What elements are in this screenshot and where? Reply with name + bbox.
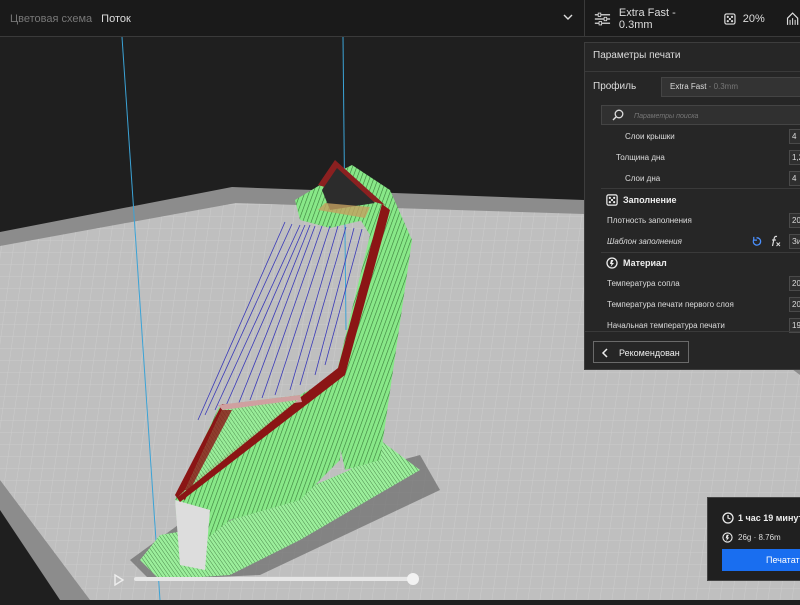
- setting-label: Начальная температура печати: [607, 321, 725, 330]
- color-scheme-selector[interactable]: Цветовая схема Поток: [0, 0, 584, 37]
- infill-percent: 20%: [742, 12, 765, 25]
- setting-label: Слои дна: [625, 174, 661, 183]
- layer-slider-handle[interactable]: [407, 573, 419, 585]
- chevron-down-icon: [563, 14, 573, 20]
- setting-value-field[interactable]: 1,2: [789, 150, 800, 165]
- panel-title: Параметры печати: [585, 43, 800, 72]
- function-icon[interactable]: [769, 235, 781, 247]
- print-settings-panel: Параметры печати Профиль Extra Fast - 0.…: [584, 42, 800, 370]
- print-action-panel: 1 час 19 минут 26g · 8.76m Печатать: [707, 497, 800, 581]
- setting-row-nozzle-temp: Температура сопла 200: [585, 274, 800, 294]
- support-icon: [786, 11, 799, 25]
- search-icon: [612, 109, 624, 121]
- divider: [601, 188, 800, 189]
- setting-label: Температура сопла: [607, 279, 680, 288]
- material-icon: [606, 257, 618, 269]
- print-time: 1 час 19 минут: [738, 513, 800, 523]
- profile-label: Профиль: [593, 81, 637, 92]
- setting-label: Шаблон заполнения: [607, 237, 682, 246]
- recommended-button[interactable]: Рекомендован: [593, 341, 689, 363]
- top-bar: Цветовая схема Поток Extra Fast - 0.3mm …: [0, 0, 800, 37]
- infill-icon: [724, 12, 736, 25]
- section-infill-title: Заполнение: [623, 195, 677, 205]
- section-material[interactable]: Материал: [601, 253, 800, 273]
- print-settings-toggle[interactable]: Extra Fast - 0.3mm 20%: [585, 0, 800, 37]
- infill-icon: [606, 194, 618, 206]
- play-icon[interactable]: [113, 573, 125, 587]
- settings-search: [601, 105, 800, 125]
- setting-row-initial-temp: Начальная температура печати 190: [585, 316, 800, 336]
- setting-label: Температура печати первого слоя: [607, 300, 734, 309]
- setting-row-first-layer-temp: Температура печати первого слоя 200: [585, 295, 800, 315]
- setting-value-field[interactable]: 200: [789, 297, 800, 312]
- search-input[interactable]: [632, 108, 796, 124]
- profile-name: Extra Fast: [670, 82, 707, 91]
- spool-icon: [722, 532, 733, 543]
- material-estimate: 26g · 8.76m: [738, 533, 781, 542]
- setting-row-infill-density: Плотность заполнения 20: [585, 211, 800, 231]
- profile-layer-height: - 0.3mm: [706, 82, 739, 91]
- profile-row: Профиль Extra Fast - 0.3mm: [585, 77, 800, 99]
- setting-value-field[interactable]: Зиг: [789, 234, 800, 249]
- model-foot: [175, 500, 210, 570]
- section-material-title: Материал: [623, 258, 667, 268]
- reset-icon[interactable]: [751, 236, 762, 247]
- setting-row-top-layers: Слои крышки 4: [585, 127, 800, 147]
- setting-label: Плотность заполнения: [607, 216, 692, 225]
- setting-value-field[interactable]: 4: [789, 171, 800, 186]
- setting-label: Слои крышки: [625, 132, 675, 141]
- color-scheme-value: Поток: [101, 12, 131, 25]
- print-button[interactable]: Печатать: [722, 549, 800, 571]
- divider: [585, 331, 800, 332]
- setting-row-infill-pattern: Шаблон заполнения Зиг: [585, 232, 800, 252]
- chevron-left-icon: [601, 348, 608, 358]
- recommended-button-label: Рекомендован: [619, 348, 680, 358]
- setting-row-bottom-layers: Слои дна 4: [585, 169, 800, 189]
- setting-label: Толщина дна: [616, 153, 665, 162]
- setting-row-bottom-thickness: Толщина дна 1,2: [585, 148, 800, 168]
- color-scheme-label: Цветовая схема: [10, 12, 93, 25]
- setting-value-field[interactable]: 4: [789, 129, 800, 144]
- layer-slider-track[interactable]: [134, 577, 414, 581]
- print-profile-label: Extra Fast - 0.3mm: [618, 6, 676, 31]
- sliders-icon: [594, 12, 611, 25]
- profile-dropdown[interactable]: Extra Fast - 0.3mm: [661, 77, 800, 97]
- clock-icon: [722, 512, 734, 524]
- setting-value-field[interactable]: 20: [789, 213, 800, 228]
- setting-value-field[interactable]: 200: [789, 276, 800, 291]
- section-infill[interactable]: Заполнение: [601, 190, 800, 210]
